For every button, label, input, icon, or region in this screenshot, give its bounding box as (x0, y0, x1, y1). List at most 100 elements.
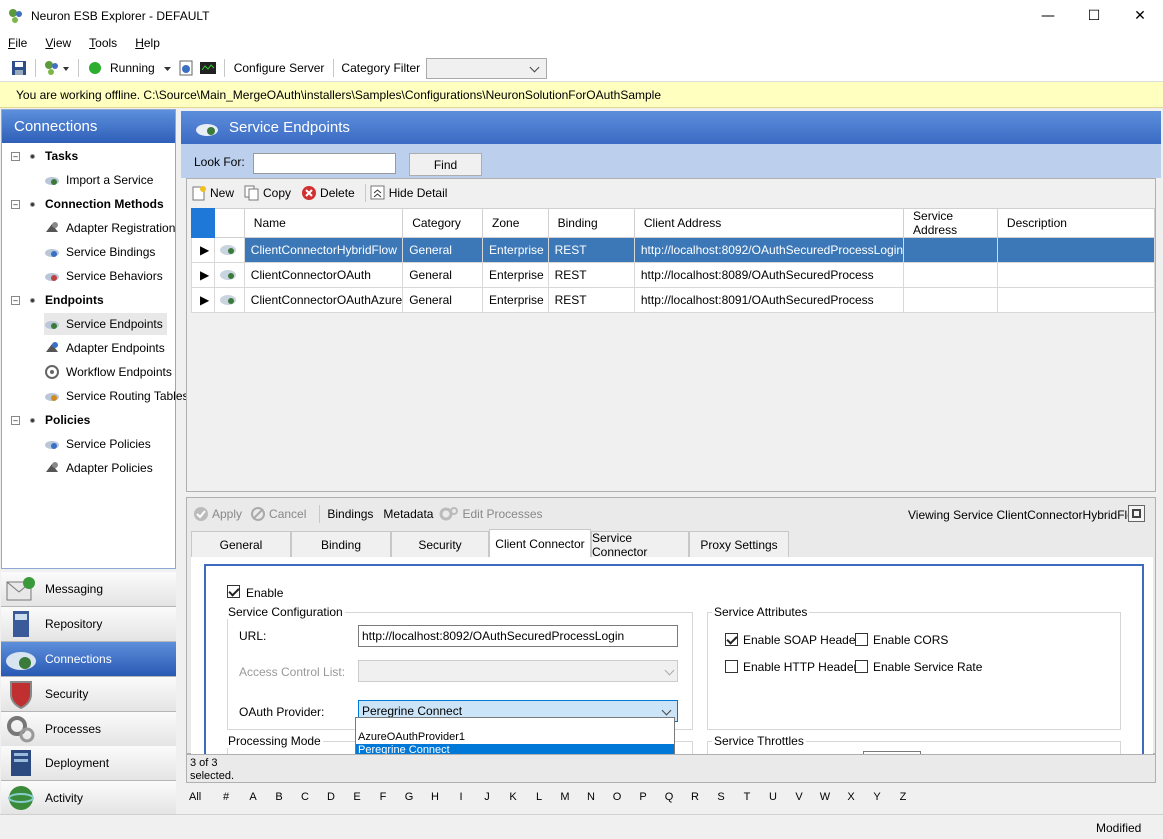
edit-processes-button[interactable]: Edit Processes (439, 506, 543, 522)
nav-processes[interactable]: Processes (1, 712, 176, 747)
alpha-filter-hash[interactable]: # (212, 791, 240, 803)
copy-button[interactable]: Copy (244, 185, 291, 201)
tree-item-adapter-registration[interactable]: Adapter Registration (44, 217, 175, 239)
alpha-filter-f[interactable]: F (370, 791, 396, 803)
alpha-filter-u[interactable]: U (760, 791, 786, 803)
tree-category-tasks[interactable]: Tasks (30, 145, 78, 167)
collapse-icon[interactable]: – (11, 416, 20, 425)
alpha-filter-c[interactable]: C (292, 791, 318, 803)
alpha-filter-r[interactable]: R (682, 791, 708, 803)
table-row[interactable]: ▶ ClientConnectorOAuth General Enterprise R… (190, 262, 1156, 288)
alpha-filter-all[interactable]: All (186, 791, 212, 803)
tab-client-connector[interactable]: Client Connector (489, 529, 591, 557)
alpha-filter-y[interactable]: Y (864, 791, 890, 803)
column-header-client-address[interactable]: Client Address (633, 208, 905, 238)
enable-http-headers-checkbox[interactable] (725, 660, 738, 673)
collapse-icon[interactable]: – (11, 296, 20, 305)
select-all-cell[interactable] (190, 208, 216, 238)
alpha-filter-n[interactable]: N (578, 791, 604, 803)
table-row[interactable]: ▶ ClientConnectorOAuthAzure General Enterp… (190, 287, 1156, 313)
cancel-button[interactable]: Cancel (250, 506, 306, 522)
configure-server-button[interactable]: Configure Server (234, 61, 325, 75)
enable-checkbox[interactable] (227, 585, 240, 598)
column-header-description[interactable]: Description (996, 208, 1156, 238)
enable-cors-checkbox[interactable] (855, 633, 868, 646)
menu-help[interactable]: Help (135, 36, 160, 50)
minimize-icon[interactable]: — (1025, 0, 1071, 31)
tree-item-service-behaviors[interactable]: Service Behaviors (44, 265, 163, 287)
alpha-filter-q[interactable]: Q (656, 791, 682, 803)
apply-button[interactable]: Apply (193, 506, 242, 522)
tab-binding[interactable]: Binding (291, 531, 391, 557)
nav-connections[interactable]: Connections (1, 642, 176, 677)
alpha-filter-b[interactable]: B (266, 791, 292, 803)
nav-messaging[interactable]: Messaging (1, 572, 176, 607)
dropdown-blank-option[interactable] (356, 718, 674, 731)
info-icon[interactable] (177, 59, 195, 77)
tree-item-service-routing-tables[interactable]: Service Routing Tables (44, 385, 189, 407)
bindings-button[interactable]: Bindings (327, 507, 373, 521)
nav-security[interactable]: Security (1, 677, 176, 712)
alpha-filter-d[interactable]: D (318, 791, 344, 803)
alpha-filter-x[interactable]: X (838, 791, 864, 803)
enable-service-rate-checkbox[interactable] (855, 660, 868, 673)
metadata-button[interactable]: Metadata (383, 507, 433, 521)
alpha-filter-e[interactable]: E (344, 791, 370, 803)
tab-security[interactable]: Security (391, 531, 489, 557)
menu-view[interactable]: View (45, 36, 71, 50)
deploy-group-icon[interactable] (43, 59, 71, 77)
new-button[interactable]: New (191, 185, 234, 201)
find-button[interactable]: Find (409, 153, 482, 176)
alpha-filter-m[interactable]: M (552, 791, 578, 803)
console-icon[interactable] (199, 59, 217, 77)
enable-soap-headers-checkbox[interactable] (725, 633, 738, 646)
tab-general[interactable]: General (191, 531, 291, 557)
hide-detail-button[interactable]: Hide Detail (370, 185, 447, 201)
menu-file[interactable]: File (8, 36, 27, 50)
table-row[interactable]: ▶ ClientConnectorHybridFlow General Enterp… (190, 237, 1156, 263)
menu-tools[interactable]: Tools (89, 36, 117, 50)
tree-item-service-bindings[interactable]: Service Bindings (44, 241, 155, 263)
category-filter-select[interactable] (426, 57, 548, 79)
alpha-filter-v[interactable]: V (786, 791, 812, 803)
column-header-category[interactable]: Category (402, 208, 484, 238)
column-header-binding[interactable]: Binding (547, 208, 635, 238)
alpha-filter-s[interactable]: S (708, 791, 734, 803)
tree-item-service-policies[interactable]: Service Policies (44, 433, 151, 455)
tree-item-import-service[interactable]: Import a Service (44, 169, 153, 191)
alpha-filter-l[interactable]: L (526, 791, 552, 803)
tree-item-adapter-endpoints[interactable]: Adapter Endpoints (44, 337, 165, 359)
tree-item-service-endpoints[interactable]: Service Endpoints (44, 313, 167, 335)
collapse-icon[interactable]: – (11, 152, 20, 161)
nav-deployment[interactable]: Deployment (1, 746, 176, 781)
column-header-name[interactable]: Name (243, 208, 404, 238)
alpha-filter-g[interactable]: G (396, 791, 422, 803)
running-label[interactable]: Running (110, 61, 155, 75)
tree-item-workflow-endpoints[interactable]: Workflow Endpoints (44, 361, 172, 383)
nav-activity[interactable]: Activity (1, 781, 176, 815)
tree-category-connection-methods[interactable]: Connection Methods (30, 193, 164, 215)
close-icon[interactable]: ✕ (1117, 0, 1163, 31)
tab-proxy-settings[interactable]: Proxy Settings (689, 531, 789, 557)
alpha-filter-p[interactable]: P (630, 791, 656, 803)
maximize-icon[interactable]: ☐ (1071, 0, 1117, 31)
column-header-service-address[interactable]: Service Address (903, 208, 998, 238)
tree-category-endpoints[interactable]: Endpoints (30, 289, 104, 311)
column-header-zone[interactable]: Zone (482, 208, 549, 238)
acl-select[interactable] (358, 660, 678, 682)
alpha-filter-z[interactable]: Z (890, 791, 916, 803)
url-input[interactable]: http://localhost:8092/OAuthSecuredProces… (358, 625, 678, 647)
nav-repository[interactable]: Repository (1, 607, 176, 642)
alpha-filter-i[interactable]: I (448, 791, 474, 803)
chevron-down-icon[interactable] (163, 59, 173, 77)
look-for-input[interactable] (253, 153, 396, 174)
alpha-filter-k[interactable]: K (500, 791, 526, 803)
alpha-filter-o[interactable]: O (604, 791, 630, 803)
collapse-icon[interactable]: – (11, 200, 20, 209)
alpha-filter-j[interactable]: J (474, 791, 500, 803)
maximize-detail-icon[interactable] (1128, 505, 1145, 522)
alpha-filter-a[interactable]: A (240, 791, 266, 803)
alpha-filter-h[interactable]: H (422, 791, 448, 803)
alpha-filter-t[interactable]: T (734, 791, 760, 803)
dropdown-option-azure[interactable]: AzureOAuthProvider1 (356, 731, 674, 744)
